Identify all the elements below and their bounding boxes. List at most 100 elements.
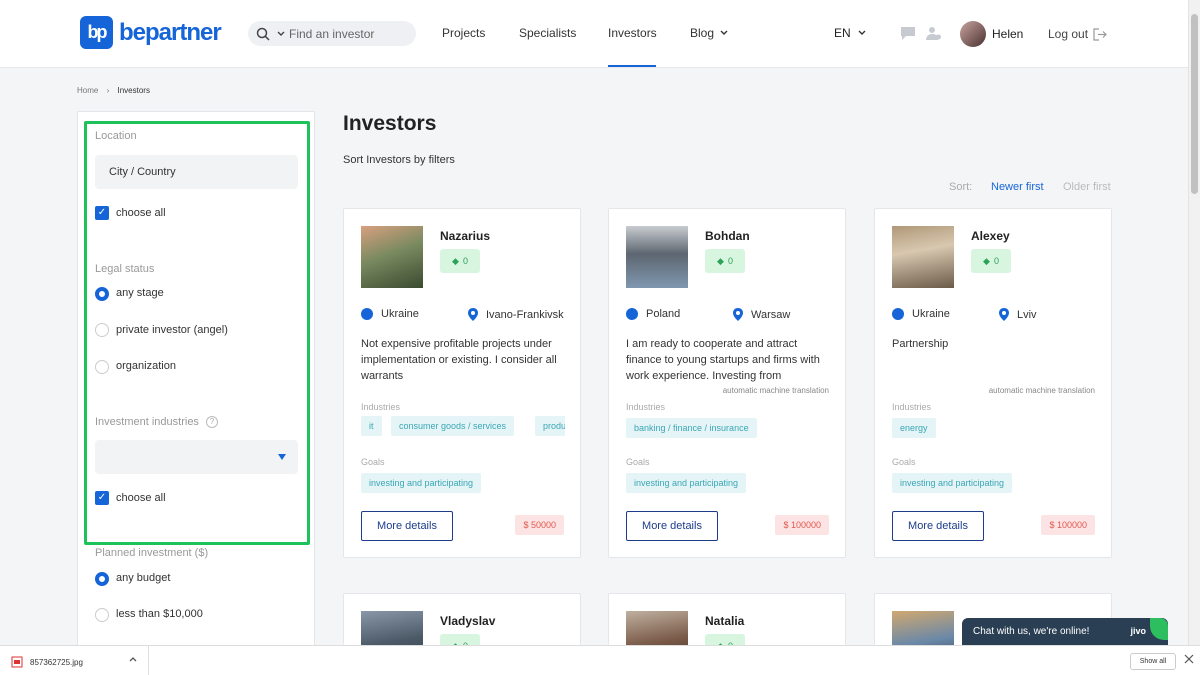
radio-any-budget[interactable]: [95, 572, 109, 586]
investor-country: Poland: [626, 308, 680, 320]
investor-card: Alexey ◆ 0 Ukraine Lviv Partnership autom…: [874, 208, 1112, 558]
industries-choose-all-checkbox[interactable]: ✓: [95, 491, 109, 505]
show-all-button[interactable]: Show all: [1130, 653, 1176, 670]
rating-value: 0: [727, 256, 733, 266]
goals-label: Goals: [626, 457, 650, 467]
chat-bubble-icon[interactable]: [900, 26, 916, 41]
top-header: bp bepartner Projects Specialists Invest…: [0, 0, 1188, 68]
goals-label: Goals: [892, 457, 916, 467]
investor-photo: [361, 611, 423, 645]
investor-card: Nazarius ◆ 0 Ukraine Ivano-Frankivsk Not …: [343, 208, 581, 558]
industry-tag[interactable]: it: [361, 416, 382, 436]
map-pin-icon: [468, 308, 478, 321]
more-details-button[interactable]: More details: [361, 511, 453, 541]
globe-icon: [626, 308, 638, 320]
sort-label: Sort:: [949, 181, 973, 193]
rating-badge: ◆0: [705, 634, 745, 645]
legal-option-any-stage: any stage: [116, 287, 164, 299]
page-scrollbar[interactable]: [1188, 0, 1200, 645]
chevron-up-icon[interactable]: [128, 655, 138, 663]
investment-amount: $ 100000: [1041, 515, 1095, 535]
user-name[interactable]: Helen: [992, 27, 1023, 41]
user-settings-icon[interactable]: [926, 26, 942, 41]
city-label: Ivano-Frankivsk: [486, 308, 564, 321]
page-subtitle: Sort Investors by filters: [343, 154, 455, 166]
radio-any-stage[interactable]: [95, 287, 109, 301]
industries-filter: Investment industries ?: [95, 416, 218, 428]
industry-tags: it consumer goods / services production: [361, 416, 565, 438]
investor-name[interactable]: Nazarius: [440, 229, 490, 243]
logo[interactable]: bp bepartner: [80, 16, 222, 49]
chevron-down-icon: [720, 30, 728, 35]
industry-tag[interactable]: energy: [892, 418, 936, 438]
sort-newer-first[interactable]: Newer first: [991, 181, 1044, 193]
breadcrumb-home[interactable]: Home: [77, 86, 98, 95]
location-label: Location: [95, 130, 137, 142]
investor-country: Ukraine: [361, 308, 419, 320]
close-icon[interactable]: [1184, 654, 1194, 664]
radio-less-than-10000[interactable]: [95, 608, 109, 622]
goal-tag[interactable]: investing and participating: [361, 473, 482, 493]
investment-amount: $ 50000: [515, 515, 564, 535]
nav-active-indicator: [608, 65, 656, 67]
chevron-down-icon[interactable]: [276, 30, 286, 38]
investor-city: Ivano-Frankivsk: [468, 308, 565, 321]
help-icon[interactable]: ?: [205, 416, 218, 428]
chat-status-indicator: [1150, 618, 1168, 640]
investor-description: Not expensive profitable projects under …: [361, 338, 557, 382]
language-selector[interactable]: EN: [834, 26, 867, 40]
industry-tag[interactable]: banking / finance / insurance: [626, 418, 757, 438]
country-label: Poland: [646, 308, 681, 320]
download-item[interactable]: 857362725.jpg: [11, 656, 83, 668]
industries-select[interactable]: [95, 440, 298, 474]
avatar[interactable]: [960, 21, 986, 47]
nav-investors[interactable]: Investors: [608, 26, 657, 40]
chat-brand: jivo: [1130, 626, 1146, 636]
search-box[interactable]: [248, 21, 416, 46]
logout-button[interactable]: Log out: [1048, 27, 1107, 41]
goal-tag[interactable]: investing and participating: [626, 473, 747, 493]
investor-photo: [892, 226, 954, 288]
more-details-button[interactable]: More details: [892, 511, 984, 541]
rating-value: 0: [462, 256, 468, 266]
budget-option-less-10000: less than $10,000: [116, 608, 203, 620]
logout-icon: [1093, 27, 1107, 41]
investor-name[interactable]: Vladyslav: [440, 614, 495, 628]
chat-label: Chat with us, we're online!: [973, 626, 1090, 637]
breadcrumb-current: Investors: [117, 86, 150, 95]
industry-tag[interactable]: consumer goods / services: [391, 416, 515, 436]
nav-blog[interactable]: Blog: [690, 26, 729, 40]
rating-badge: ◆0: [440, 249, 480, 273]
download-filename: 857362725.jpg: [30, 657, 83, 667]
nav-blog-label: Blog: [690, 26, 715, 40]
live-chat-widget[interactable]: Chat with us, we're online! jivo: [962, 618, 1168, 645]
investor-name[interactable]: Natalia: [705, 614, 744, 628]
city-label: Warsaw: [751, 308, 791, 321]
nav-projects[interactable]: Projects: [442, 26, 485, 40]
more-details-button[interactable]: More details: [626, 511, 718, 541]
sort-older-first[interactable]: Older first: [1063, 181, 1111, 193]
industry-tag[interactable]: production: [535, 416, 565, 436]
divider: [148, 646, 149, 675]
goal-tag[interactable]: investing and participating: [892, 473, 1013, 493]
investor-name[interactable]: Alexey: [971, 229, 1010, 243]
investor-photo: [626, 226, 688, 288]
radio-private-investor[interactable]: [95, 323, 109, 337]
investor-city: Warsaw: [733, 308, 790, 321]
search-icon[interactable]: [256, 27, 270, 41]
location-input[interactable]: City / Country: [95, 155, 298, 189]
breadcrumb: Home › Investors: [77, 86, 150, 95]
caret-down-icon: [278, 454, 286, 460]
radio-organization[interactable]: [95, 360, 109, 374]
investor-name[interactable]: Bohdan: [705, 229, 750, 243]
location-placeholder: City / Country: [109, 166, 176, 178]
diamond-icon: ◆: [717, 255, 724, 266]
location-choose-all-checkbox[interactable]: ✓: [95, 206, 109, 220]
translation-note: automatic machine translation: [988, 386, 1095, 395]
nav-specialists[interactable]: Specialists: [519, 26, 576, 40]
investor-city: Lviv: [999, 308, 1037, 321]
industries-label: Industries: [626, 402, 666, 412]
search-input[interactable]: [289, 26, 389, 41]
map-pin-icon: [733, 308, 743, 321]
scrollbar-thumb[interactable]: [1191, 14, 1198, 194]
